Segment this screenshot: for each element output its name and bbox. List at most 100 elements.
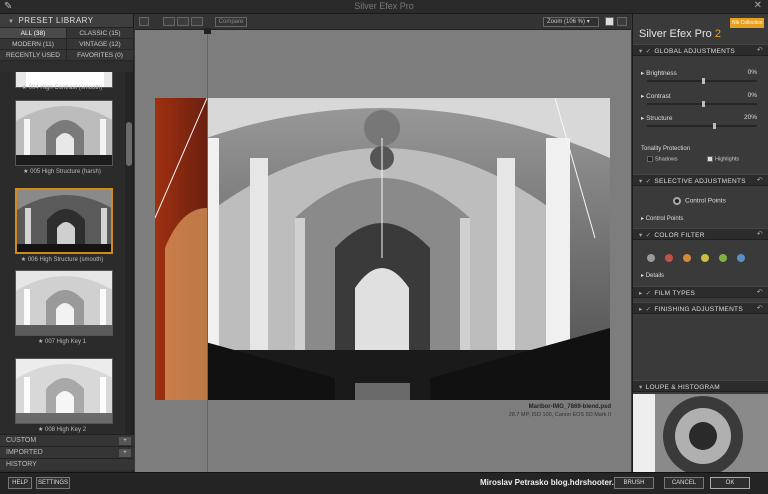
preset-thumb-007[interactable]: ★ 007 High Key 1 — [0, 258, 124, 345]
expand-triangle-icon: ▾ — [639, 178, 643, 185]
section-global-adjustments[interactable]: ▾ ✓ GLOBAL ADJUSTMENTS ↶ — [633, 44, 768, 56]
preset-thumb-006-selected[interactable]: ★ 006 High Structure (smooth) — [0, 176, 124, 263]
contrast-slider[interactable] — [647, 101, 757, 107]
category-modern[interactable]: MODERN (11) — [0, 39, 67, 50]
import-button[interactable]: + — [119, 449, 131, 457]
contrast-slider-knob[interactable] — [702, 101, 705, 107]
enable-check-icon[interactable]: ✓ — [646, 178, 652, 185]
contrast-row[interactable]: ▸ Contrast 0% — [641, 92, 765, 100]
structure-row[interactable]: ▸ Structure 20% — [641, 114, 765, 122]
preset-thumb-image — [15, 358, 113, 424]
category-vintage[interactable]: VINTAGE (12) — [67, 39, 134, 50]
title-bar: ✎ Silver Efex Pro ✕ — [0, 0, 768, 14]
shadows-toggle[interactable]: Shadows — [647, 156, 678, 162]
category-recently-used[interactable]: RECENTLY USED — [0, 50, 67, 61]
section-custom[interactable]: CUSTOM + — [0, 434, 134, 446]
settings-button[interactable]: SETTINGS — [36, 477, 70, 489]
help-button[interactable]: HELP — [8, 477, 32, 489]
global-adjustments-title: GLOBAL ADJUSTMENTS — [654, 48, 735, 55]
reset-icon[interactable]: ↶ — [757, 230, 763, 238]
enable-check-icon[interactable]: ✓ — [646, 306, 652, 313]
structure-slider-knob[interactable] — [713, 123, 716, 129]
enable-check-icon[interactable]: ✓ — [646, 48, 652, 55]
control-points-button[interactable]: Control Points — [673, 197, 726, 205]
preset-thumb-image — [15, 270, 113, 336]
contrast-value: 0% — [747, 92, 757, 99]
preset-thumb-004[interactable]: ★ 004 High Contrast (smooth) — [0, 72, 124, 94]
author-credit: Miroslav Petrasko blog.hdrshooter.net — [480, 478, 626, 487]
ok-button[interactable]: OK — [710, 477, 750, 489]
split-preview-line[interactable] — [207, 28, 208, 472]
brightness-slider-knob[interactable] — [702, 78, 705, 84]
color-filter-details[interactable]: ▸ Details — [641, 272, 765, 279]
expand-triangle-icon: ▾ — [639, 48, 643, 55]
highlights-label: Highlights — [715, 156, 740, 163]
zoom-label: Zoom (106 %) — [547, 19, 586, 25]
category-classic[interactable]: CLASSIC (15) — [67, 28, 134, 39]
control-points-expander[interactable]: ▸ Control Points — [641, 215, 765, 222]
enable-check-icon[interactable]: ✓ — [646, 232, 652, 239]
preset-thumb-008[interactable]: ★ 008 High Key 2 — [0, 340, 124, 433]
menu-list-icon[interactable] — [139, 17, 149, 26]
loupe-histogram-title: LOUPE & HISTOGRAM — [645, 384, 720, 391]
reset-icon[interactable]: ↶ — [757, 176, 763, 184]
control-point-icon — [673, 197, 681, 205]
section-selective-adjustments[interactable]: ▾ ✓ SELECTIVE ADJUSTMENTS ↶ — [633, 174, 768, 186]
preset-caption: ★ 005 High Structure (harsh) — [23, 169, 101, 175]
filter-yellow-dot[interactable] — [701, 254, 709, 262]
brand-name: Silver Efex Pro — [639, 28, 712, 40]
filter-green-dot[interactable] — [719, 254, 727, 262]
compare-button[interactable]: Compare — [215, 17, 247, 27]
expand-triangle-icon: ▸ — [639, 290, 643, 297]
cancel-button[interactable]: CANCEL — [664, 477, 704, 489]
single-view-icon[interactable] — [163, 17, 175, 26]
filter-blue-dot[interactable] — [737, 254, 745, 262]
brightness-slider[interactable] — [647, 78, 757, 84]
section-history[interactable]: HISTORY — [0, 458, 134, 470]
structure-slider[interactable] — [647, 123, 757, 129]
add-custom-button[interactable]: + — [119, 437, 131, 445]
category-all[interactable]: ALL (38) — [0, 28, 67, 39]
brush-button[interactable]: BRUSH — [614, 477, 654, 489]
enable-check-icon[interactable]: ✓ — [646, 290, 652, 297]
section-history-label: HISTORY — [6, 461, 37, 468]
filter-orange-dot[interactable] — [683, 254, 691, 262]
filter-red-dot[interactable] — [665, 254, 673, 262]
section-film-types[interactable]: ▸ ✓ FILM TYPES ↶ — [633, 286, 768, 298]
finishing-adjustments-title: FINISHING ADJUSTMENTS — [654, 306, 743, 313]
section-finishing-adjustments[interactable]: ▸ ✓ FINISHING ADJUSTMENTS ↶ — [633, 302, 768, 314]
filter-neutral-dot[interactable] — [647, 254, 655, 262]
window-title: Silver Efex Pro — [354, 1, 414, 11]
loupe-preview[interactable] — [633, 394, 768, 472]
scrollbar-thumb[interactable] — [126, 122, 132, 166]
preview-canvas[interactable]: Maribor-IMG_7869-blend.psd 28.7 MP, ISO … — [135, 28, 631, 472]
reset-icon[interactable]: ↶ — [757, 46, 763, 54]
preset-scrollbar[interactable] — [125, 72, 133, 435]
section-imported[interactable]: IMPORTED + — [0, 446, 134, 458]
reset-icon[interactable]: ↶ — [757, 288, 763, 296]
selective-adjustments-title: SELECTIVE ADJUSTMENTS — [654, 178, 746, 185]
split-line-handle[interactable] — [204, 28, 211, 34]
preset-thumb-005[interactable]: ★ 005 High Structure (harsh) — [0, 94, 124, 176]
split-view-icon[interactable] — [177, 17, 189, 26]
close-icon[interactable]: ✕ — [754, 0, 762, 11]
shadows-swatch — [647, 156, 653, 162]
zoom-select[interactable]: Zoom (106 %) ▾ — [543, 17, 599, 27]
section-color-filter[interactable]: ▾ ✓ COLOR FILTER ↶ — [633, 228, 768, 240]
expand-triangle-icon: ▾ — [639, 384, 643, 391]
section-loupe-histogram[interactable]: ▾ LOUPE & HISTOGRAM — [633, 380, 768, 392]
settings-panel-icon[interactable] — [617, 17, 627, 26]
brightness-row[interactable]: ▸ Brightness 0% — [641, 69, 765, 77]
background-color-icon[interactable] — [605, 17, 614, 26]
bottom-bar: HELP SETTINGS Miroslav Petrasko blog.hdr… — [0, 472, 768, 494]
highlights-swatch — [707, 156, 713, 162]
preset-library-header[interactable]: ▼ PRESET LIBRARY — [0, 14, 133, 28]
section-imported-label: IMPORTED — [6, 449, 43, 456]
category-favorites[interactable]: FAVORITES (0) — [67, 50, 134, 61]
contrast-label: Contrast — [646, 93, 671, 100]
collapse-triangle-icon: ▼ — [8, 19, 15, 25]
preset-categories: ALL (38) CLASSIC (15) MODERN (11) VINTAG… — [0, 28, 134, 61]
highlights-toggle[interactable]: Highlights — [707, 156, 739, 162]
side-by-side-view-icon[interactable] — [191, 17, 203, 26]
reset-icon[interactable]: ↶ — [757, 304, 763, 312]
